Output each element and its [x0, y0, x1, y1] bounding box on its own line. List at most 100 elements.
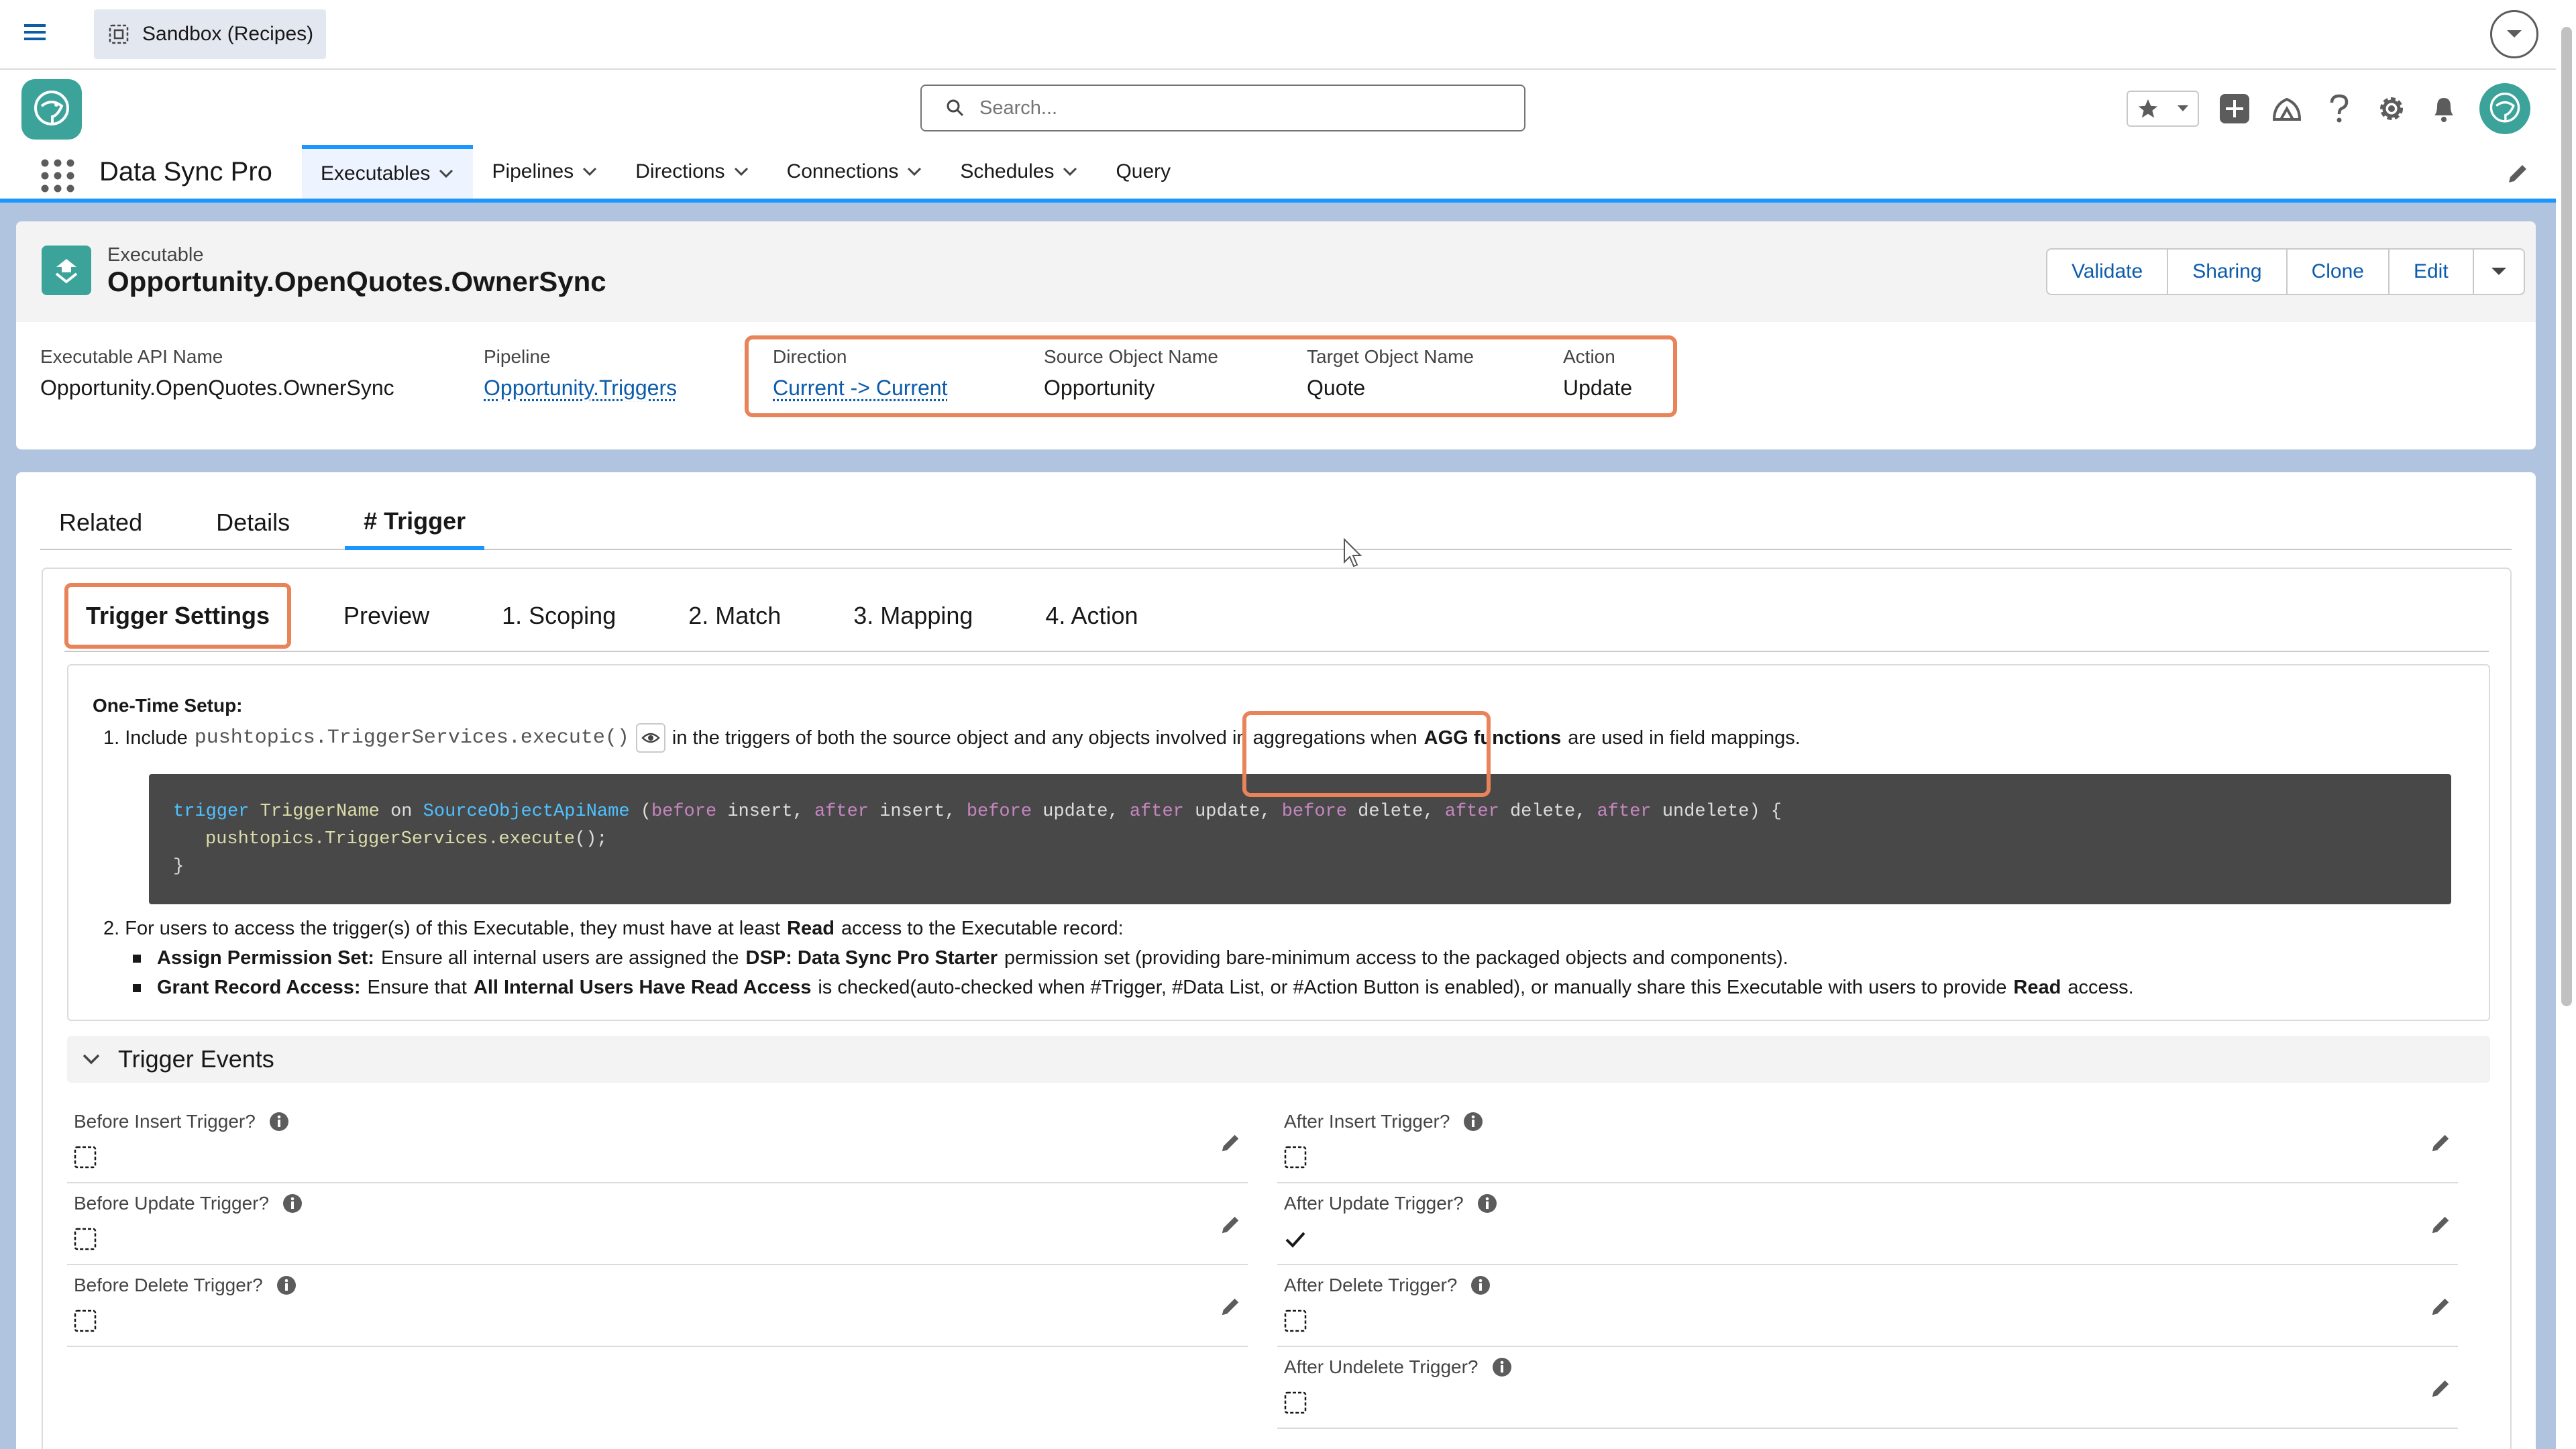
event-label: After Update Trigger? — [1284, 1193, 1464, 1214]
app-name: Data Sync Pro — [99, 157, 272, 187]
validate-button[interactable]: Validate — [2047, 250, 2168, 294]
subtab-match[interactable]: 2. Match — [668, 589, 801, 643]
nav-tab-connections[interactable]: Connections — [768, 145, 942, 199]
tab-related[interactable]: Related — [40, 496, 161, 549]
user-avatar[interactable] — [2479, 83, 2530, 134]
tab-details[interactable]: Details — [197, 496, 309, 549]
add-icon[interactable] — [2218, 92, 2251, 125]
info-icon[interactable] — [1470, 1275, 1491, 1295]
hamburger-menu-icon[interactable] — [24, 23, 46, 42]
bell-icon[interactable] — [2427, 92, 2461, 125]
favorites-button[interactable] — [2127, 91, 2199, 127]
code-token: after — [1445, 802, 1499, 822]
info-icon[interactable] — [1492, 1357, 1512, 1377]
code-token: (); — [575, 829, 608, 849]
unchecked-checkbox-icon — [74, 1309, 97, 1332]
event-label-row: After Update Trigger? — [1284, 1193, 1497, 1214]
event-before-insert: Before Insert Trigger? — [67, 1102, 1248, 1183]
event-before-delete: Before Delete Trigger? — [67, 1265, 1248, 1347]
header-dropdown-button[interactable] — [2490, 10, 2538, 58]
info-icon[interactable] — [276, 1275, 297, 1295]
event-label: Before Update Trigger? — [74, 1193, 269, 1214]
event-label-row: Before Insert Trigger? — [74, 1111, 289, 1132]
trailhead-icon[interactable] — [2270, 92, 2304, 125]
nav-tab-schedules[interactable]: Schedules — [941, 145, 1097, 199]
code-token: trigger — [173, 802, 249, 822]
more-actions-button[interactable] — [2474, 250, 2524, 294]
edit-pencil-icon[interactable] — [1220, 1296, 1241, 1318]
bullet-bold: Read — [2013, 977, 2061, 999]
nav-tab-pipelines[interactable]: Pipelines — [473, 145, 616, 199]
setup-step-1: 1. Include pushtopics.TriggerServices.ex… — [103, 723, 1801, 753]
subtab-trigger-settings[interactable]: Trigger Settings — [64, 583, 291, 649]
edit-button[interactable]: Edit — [2390, 250, 2474, 294]
chevron-down-icon — [582, 166, 598, 177]
field-label: Pipeline — [484, 346, 677, 368]
subtab-scoping[interactable]: 1. Scoping — [482, 589, 636, 643]
event-label-row: Before Delete Trigger? — [74, 1275, 297, 1296]
step-bold: Read — [787, 918, 835, 940]
event-label: Before Delete Trigger? — [74, 1275, 263, 1296]
event-label-row: Before Update Trigger? — [74, 1193, 303, 1214]
org-logo[interactable] — [21, 79, 82, 140]
step-text: are used in field mappings. — [1568, 727, 1801, 749]
bullet-bold: Grant Record Access: — [157, 977, 361, 999]
sandbox-label: Sandbox (Recipes) — [142, 23, 313, 46]
nav-tab-label: Directions — [635, 160, 724, 183]
nav-tab-query[interactable]: Query — [1097, 145, 1189, 199]
record-highlights: Executable Opportunity.OpenQuotes.OwnerS… — [16, 221, 2536, 449]
app-launcher-icon[interactable] — [40, 158, 75, 193]
edit-pencil-icon[interactable] — [2430, 1132, 2451, 1154]
trigger-events-section-header[interactable]: Trigger Events — [67, 1036, 2490, 1083]
clone-button[interactable]: Clone — [2288, 250, 2390, 294]
edit-pencil-icon[interactable] — [1220, 1214, 1241, 1236]
subtab-preview[interactable]: Preview — [323, 589, 449, 643]
direction-highlight-box — [745, 335, 1677, 417]
edit-pencil-icon[interactable] — [2430, 1214, 2451, 1236]
edit-pencil-icon[interactable] — [2430, 1378, 2451, 1399]
nav-tab-label: Pipelines — [492, 160, 574, 183]
bullet-bold: DSP: Data Sync Pro Starter — [746, 947, 998, 969]
code-token: delete, — [1358, 802, 1434, 822]
chevron-down-icon — [2490, 266, 2508, 277]
info-icon[interactable] — [1463, 1112, 1483, 1132]
tab-trigger[interactable]: # Trigger — [345, 496, 484, 550]
record-type: Executable — [107, 244, 204, 266]
global-header: Search... — [0, 70, 2556, 145]
edit-pencil-icon[interactable] — [2430, 1296, 2451, 1318]
unchecked-checkbox-icon — [74, 1228, 97, 1250]
info-icon[interactable] — [282, 1193, 303, 1214]
gear-icon[interactable] — [2375, 92, 2408, 125]
info-icon[interactable] — [269, 1112, 289, 1132]
eye-icon[interactable] — [636, 723, 665, 753]
code-token: pushtopics.TriggerServices. — [205, 829, 498, 849]
app-nav-bar: Data Sync Pro Executables Pipelines Dire… — [0, 145, 2556, 203]
nav-tab-executables[interactable]: Executables — [302, 145, 473, 199]
field-pipeline: Pipeline Opportunity.Triggers — [484, 346, 677, 400]
event-before-update: Before Update Trigger? — [67, 1183, 1248, 1265]
subtab-action[interactable]: 4. Action — [1025, 589, 1158, 643]
unchecked-checkbox-icon — [1284, 1146, 1307, 1169]
sharing-button[interactable]: Sharing — [2168, 250, 2287, 294]
help-icon[interactable] — [2322, 92, 2356, 125]
code-token: ( — [641, 802, 651, 822]
code-token: after — [814, 802, 869, 822]
setup-bullet-2: Grant Record Access: Ensure that All Int… — [133, 977, 2134, 999]
info-icon[interactable] — [1477, 1193, 1497, 1214]
scrollbar-thumb[interactable] — [2561, 27, 2572, 1006]
event-label: After Delete Trigger? — [1284, 1275, 1457, 1296]
pipeline-link[interactable]: Opportunity.Triggers — [484, 376, 677, 400]
bullet-text: Ensure that — [368, 977, 467, 999]
edit-pencil-icon[interactable] — [1220, 1132, 1241, 1154]
code-token: after — [1597, 802, 1652, 822]
edit-nav-pencil-icon[interactable] — [2506, 162, 2529, 185]
sandbox-chip[interactable]: Sandbox (Recipes) — [94, 9, 326, 59]
unchecked-checkbox-icon — [74, 1146, 97, 1169]
global-search-input[interactable]: Search... — [920, 85, 1525, 131]
checkmark-icon — [1284, 1228, 1307, 1250]
nav-tab-directions[interactable]: Directions — [616, 145, 767, 199]
subtab-mapping[interactable]: 3. Mapping — [833, 589, 993, 643]
executable-record-icon — [42, 246, 91, 295]
code-token: before — [967, 802, 1032, 822]
elephant-logo-icon — [28, 86, 75, 133]
